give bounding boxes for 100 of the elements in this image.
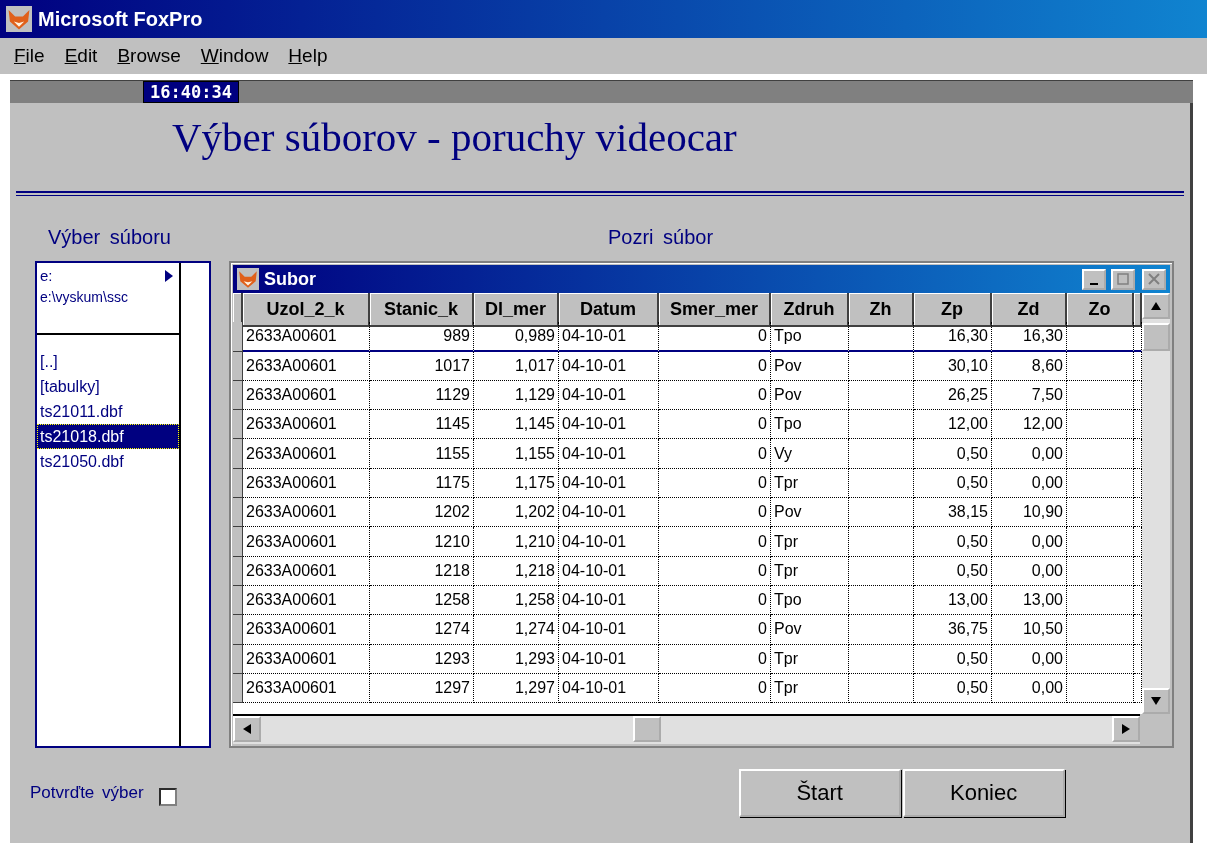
scroll-down-button[interactable] (1142, 688, 1170, 714)
table-cell: 0 (659, 585, 771, 616)
horizontal-scrollbar[interactable] (233, 714, 1140, 744)
table-cell: 1,175 (474, 468, 559, 499)
column-header[interactable]: Dl_mer (474, 293, 559, 327)
menu-item[interactable]: Browse (109, 45, 189, 67)
confirm-label: Potvrďte výber (30, 783, 144, 803)
table-cell: 04-10-01 (559, 410, 659, 440)
row-indicator[interactable] (233, 585, 243, 616)
row-indicator[interactable] (233, 673, 243, 704)
scroll-up-button[interactable] (1142, 293, 1170, 319)
action-button[interactable]: Štart (738, 769, 901, 817)
row-indicator[interactable] (233, 439, 243, 469)
table-cell (849, 439, 914, 469)
column-header[interactable]: Datum (559, 293, 659, 327)
table-cell: 36,75 (914, 615, 992, 645)
row-indicator[interactable] (233, 615, 243, 645)
table-cell: 04-10-01 (559, 498, 659, 528)
drive-dropdown[interactable]: e: (37, 263, 179, 286)
table-cell (849, 380, 914, 411)
table-cell: Pov (771, 615, 849, 645)
list-item[interactable]: [..] (37, 349, 179, 374)
table-cell: 2633A00601 (243, 322, 370, 352)
menu-item[interactable]: Window (192, 45, 277, 67)
table-cell: 04-10-01 (559, 527, 659, 557)
row-indicator[interactable] (233, 468, 243, 499)
close-icon (1148, 273, 1160, 285)
table-cell: 2633A00601 (243, 468, 370, 499)
table-cell: 12,00 (992, 410, 1067, 440)
row-indicator[interactable] (233, 351, 243, 381)
table-cell (849, 527, 914, 557)
table-cell: Tpr (771, 527, 849, 557)
table-cell: 13,00 (992, 585, 1067, 616)
table-cell: 1129 (370, 380, 474, 411)
table-cell: 0 (659, 644, 771, 674)
menu-item[interactable]: File (6, 45, 53, 67)
table-cell: 1,145 (474, 410, 559, 440)
column-header[interactable]: Uzol_2_k (243, 293, 370, 327)
vertical-scrollbar[interactable] (1142, 293, 1170, 714)
table-cell: 0 (659, 498, 771, 528)
table-cell: 30,10 (914, 351, 992, 381)
table-cell: 0,989 (474, 322, 559, 352)
caret-icon (165, 269, 173, 282)
menu-item[interactable]: Edit (56, 45, 106, 67)
column-header[interactable]: Zp (914, 293, 992, 327)
column-header[interactable]: Smer_mer (659, 293, 771, 327)
scroll-thumb[interactable] (1142, 323, 1170, 351)
table-cell (1067, 351, 1134, 381)
table-cell (1067, 410, 1134, 440)
table-cell: 1,017 (474, 351, 559, 381)
table-cell: 1017 (370, 351, 474, 381)
maximize-button[interactable] (1111, 268, 1135, 290)
column-header[interactable]: Zdruh (771, 293, 849, 327)
table-cell: Pov (771, 498, 849, 528)
table-cell: 0,50 (914, 673, 992, 704)
table-cell (1067, 498, 1134, 528)
column-header[interactable]: Zo (1067, 293, 1134, 327)
table-cell: 2633A00601 (243, 439, 370, 469)
row-indicator[interactable] (233, 644, 243, 674)
column-header[interactable] (1134, 293, 1142, 327)
table-cell: 0,50 (914, 439, 992, 469)
row-indicator[interactable] (233, 380, 243, 411)
list-item[interactable]: ts21050.dbf (37, 449, 179, 474)
table-cell (849, 468, 914, 499)
row-indicator[interactable] (233, 527, 243, 557)
list-item[interactable]: ts21011.dbf (37, 399, 179, 424)
table-cell: Tpr (771, 644, 849, 674)
table-cell (849, 644, 914, 674)
table-cell: 13,00 (914, 585, 992, 616)
scroll-right-button[interactable] (1112, 716, 1140, 742)
table-cell (1067, 380, 1134, 411)
table-cell: Tpo (771, 410, 849, 440)
close-button[interactable] (1142, 268, 1166, 290)
row-indicator[interactable] (233, 498, 243, 528)
action-button[interactable]: Koniec (902, 769, 1065, 817)
list-item[interactable]: [tabulky] (37, 374, 179, 399)
browse-label: Pozri súbor (607, 226, 714, 250)
table-cell: Tpo (771, 585, 849, 616)
row-indicator[interactable] (233, 410, 243, 440)
column-header[interactable]: Zh (849, 293, 914, 327)
minimize-button[interactable] (1082, 268, 1106, 290)
scroll-thumb[interactable] (633, 716, 661, 742)
column-header[interactable]: Stanic_k (370, 293, 474, 327)
table-cell: 04-10-01 (559, 439, 659, 469)
table-cell: 2633A00601 (243, 351, 370, 381)
table-cell (849, 585, 914, 616)
table-cell: 04-10-01 (559, 351, 659, 381)
table-cell: 0 (659, 468, 771, 499)
table-cell: 7,50 (992, 380, 1067, 411)
table-cell (849, 615, 914, 645)
row-indicator[interactable] (233, 322, 243, 352)
row-indicator[interactable] (233, 556, 243, 586)
list-item[interactable]: ts21018.dbf (37, 424, 179, 449)
confirm-checkbox[interactable] (158, 788, 177, 806)
scroll-left-button[interactable] (233, 716, 261, 742)
column-header[interactable]: Zd (992, 293, 1067, 327)
menu-item[interactable]: Help (280, 45, 336, 67)
table-cell: 04-10-01 (559, 615, 659, 645)
table-cell (1067, 468, 1134, 499)
fox-icon (6, 6, 32, 32)
